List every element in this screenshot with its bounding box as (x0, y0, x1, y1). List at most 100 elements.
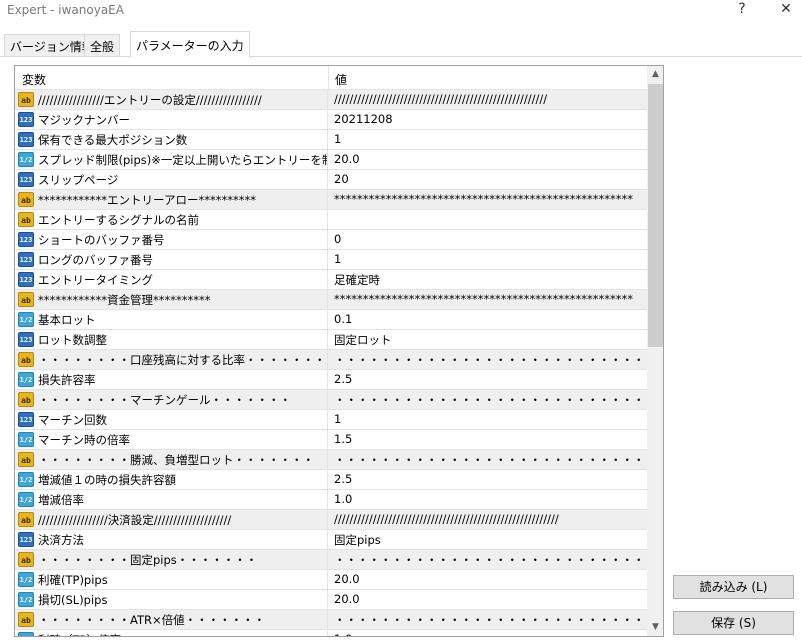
variable-value[interactable]: 1.0 (334, 492, 352, 506)
variable-cell[interactable]: 1/2 スプレッド制限(pips)※一定以上開いたらエントリーを制限 (15, 150, 328, 169)
variable-value[interactable]: ・・・・・・・・・・・・・・・・・・・・・・・・・・・ (334, 612, 645, 628)
table-row[interactable]: ab ・・・・・・・・マーチンゲール・・・・・・・ ・・・・・・・・・・・・・・・・… (15, 390, 647, 410)
load-button[interactable]: 読み込み (L) (673, 575, 794, 599)
variable-value[interactable]: 20.0 (334, 592, 360, 606)
variable-cell[interactable]: ab ************資金管理********** (15, 290, 328, 309)
variable-value[interactable]: 1 (334, 252, 341, 266)
close-button[interactable]: ✕ (771, 0, 801, 20)
value-cell[interactable]: ・・・・・・・・・・・・・・・・・・・・・・・・・・・ (329, 610, 647, 629)
value-cell[interactable]: 20.0 (329, 570, 647, 589)
variable-cell[interactable]: ab ・・・・・・・・口座残高に対する比率・・・・・・・ (15, 350, 328, 369)
value-cell[interactable]: 20.0 (329, 590, 647, 609)
table-row[interactable]: ab ************資金管理********** ************… (15, 290, 647, 310)
value-cell[interactable]: ****************************************… (329, 190, 647, 209)
table-row[interactable]: 123 マーチン回数 1 (15, 410, 647, 430)
value-cell[interactable]: ・・・・・・・・・・・・・・・・・・・・・・・・・・・ (329, 350, 647, 369)
variable-value[interactable]: 1 (334, 412, 341, 426)
variable-cell[interactable]: 1/2 利確(TP)pips (15, 570, 328, 589)
tab-general[interactable]: 全般 (84, 34, 121, 57)
variable-cell[interactable]: 123 マーチン回数 (15, 410, 328, 429)
variable-cell[interactable]: 123 ショートのバッファ番号 (15, 230, 328, 249)
variable-value[interactable]: ・・・・・・・・・・・・・・・・・・・・・・・・・・・ (334, 392, 645, 408)
variable-cell[interactable]: ab /////////////////エントリーの設定/////////////… (15, 90, 328, 109)
tab-input-parameters[interactable]: パラメーターの入力 (130, 31, 250, 58)
table-row[interactable]: 123 マジックナンバー 20211208 (15, 110, 647, 130)
table-row[interactable]: 1/2 利確(TP)pips 20.0 (15, 570, 647, 590)
vertical-scrollbar[interactable]: ▲ ▼ (647, 66, 663, 636)
column-header-value[interactable]: 値 (335, 71, 347, 88)
variable-value[interactable]: ////////////////////////////////////////… (334, 92, 547, 106)
variable-cell[interactable]: ab ・・・・・・・・固定pips・・・・・・・ (15, 550, 328, 569)
value-cell[interactable] (329, 210, 647, 229)
value-cell[interactable]: 1.0 (329, 630, 647, 636)
scroll-thumb[interactable] (648, 84, 663, 347)
variable-cell[interactable]: 123 保有できる最大ポジション数 (15, 130, 328, 149)
variable-cell[interactable]: 1/2 利確（TP）倍率 (15, 630, 328, 636)
variable-cell[interactable]: 1/2 損失許容率 (15, 370, 328, 389)
variable-cell[interactable]: 123 決済方法 (15, 530, 328, 549)
value-cell[interactable]: 固定ロット (329, 330, 647, 349)
variable-value[interactable]: 2.5 (334, 472, 352, 486)
table-row[interactable]: ab ・・・・・・・・固定pips・・・・・・・ ・・・・・・・・・・・・・・・・・… (15, 550, 647, 570)
variable-cell[interactable]: 1/2 基本ロット (15, 310, 328, 329)
table-row[interactable]: 123 ロット数調整 固定ロット (15, 330, 647, 350)
table-row[interactable]: 1/2 スプレッド制限(pips)※一定以上開いたらエントリーを制限 20.0 (15, 150, 647, 170)
value-cell[interactable]: ////////////////////////////////////////… (329, 90, 647, 109)
table-row[interactable]: 123 スリップページ 20 (15, 170, 647, 190)
table-row[interactable]: ab ・・・・・・・・ATR×倍値・・・・・・・ ・・・・・・・・・・・・・・・・・… (15, 610, 647, 630)
table-row[interactable]: 1/2 基本ロット 0.1 (15, 310, 647, 330)
variable-cell[interactable]: 123 マジックナンバー (15, 110, 328, 129)
value-cell[interactable]: ・・・・・・・・・・・・・・・・・・・・・・・・・・・ (329, 450, 647, 469)
variable-cell[interactable]: 123 スリップページ (15, 170, 328, 189)
value-cell[interactable]: ////////////////////////////////////////… (329, 510, 647, 529)
table-row[interactable]: 1/2 利確（TP）倍率 1.0 (15, 630, 647, 636)
table-row[interactable]: ab /////////////////エントリーの設定/////////////… (15, 90, 647, 110)
variable-value[interactable]: 固定ロット (334, 332, 392, 348)
variable-cell[interactable]: 1/2 増減値１の時の損失許容額 (15, 470, 328, 489)
variable-cell[interactable]: 1/2 損切(SL)pips (15, 590, 328, 609)
variable-value[interactable]: 2.5 (334, 372, 352, 386)
variable-cell[interactable]: 1/2 マーチン時の倍率 (15, 430, 328, 449)
table-row[interactable]: 123 ショートのバッファ番号 0 (15, 230, 647, 250)
variable-cell[interactable]: 123 ロット数調整 (15, 330, 328, 349)
variable-value[interactable]: 20 (334, 172, 349, 186)
variable-value[interactable]: ・・・・・・・・・・・・・・・・・・・・・・・・・・・ (334, 452, 645, 468)
variable-cell[interactable]: ab //////////////////決済設定////////////////… (15, 510, 328, 529)
value-cell[interactable]: 1.0 (329, 490, 647, 509)
table-row[interactable]: 1/2 増減倍率 1.0 (15, 490, 647, 510)
variable-value[interactable]: 足確定時 (334, 272, 380, 288)
table-row[interactable]: 1/2 マーチン時の倍率 1.5 (15, 430, 647, 450)
table-row[interactable]: 123 エントリータイミング 足確定時 (15, 270, 647, 290)
table-row[interactable]: ab ・・・・・・・・勝減、負増型ロット・・・・・・・ ・・・・・・・・・・・・・・… (15, 450, 647, 470)
variable-cell[interactable]: ab エントリーするシグナルの名前 (15, 210, 328, 229)
table-row[interactable]: 123 ロングのバッファ番号 1 (15, 250, 647, 270)
variable-value[interactable]: ・・・・・・・・・・・・・・・・・・・・・・・・・・・ (334, 352, 645, 368)
scroll-up-icon[interactable]: ▲ (647, 66, 663, 83)
variable-value[interactable]: ////////////////////////////////////////… (334, 512, 559, 526)
variable-value[interactable]: 20211208 (334, 112, 393, 126)
value-cell[interactable]: 1 (329, 130, 647, 149)
variable-cell[interactable]: ab ・・・・・・・・ATR×倍値・・・・・・・ (15, 610, 328, 629)
value-cell[interactable]: 2.5 (329, 370, 647, 389)
variable-cell[interactable]: ab ・・・・・・・・マーチンゲール・・・・・・・ (15, 390, 328, 409)
table-row[interactable]: 1/2 損切(SL)pips 20.0 (15, 590, 647, 610)
table-row[interactable]: ab エントリーするシグナルの名前 (15, 210, 647, 230)
variable-value[interactable]: 1 (334, 132, 341, 146)
variable-value[interactable]: 固定pips (334, 532, 381, 548)
variable-cell[interactable]: 1/2 増減倍率 (15, 490, 328, 509)
table-row[interactable]: ab ************エントリーアロー********** ********… (15, 190, 647, 210)
value-cell[interactable]: 固定pips (329, 530, 647, 549)
column-divider[interactable] (328, 66, 329, 90)
value-cell[interactable]: 1 (329, 250, 647, 269)
value-cell[interactable]: ・・・・・・・・・・・・・・・・・・・・・・・・・・・ (329, 550, 647, 569)
column-header-variable[interactable]: 変数 (22, 71, 46, 88)
value-cell[interactable]: 足確定時 (329, 270, 647, 289)
table-row[interactable]: ab //////////////////決済設定////////////////… (15, 510, 647, 530)
value-cell[interactable]: 1.5 (329, 430, 647, 449)
value-cell[interactable]: 2.5 (329, 470, 647, 489)
value-cell[interactable]: 20 (329, 170, 647, 189)
save-button[interactable]: 保存 (S) (673, 611, 794, 635)
value-cell[interactable]: 20211208 (329, 110, 647, 129)
variable-value[interactable]: 0 (334, 232, 341, 246)
variable-value[interactable]: ****************************************… (334, 292, 633, 306)
